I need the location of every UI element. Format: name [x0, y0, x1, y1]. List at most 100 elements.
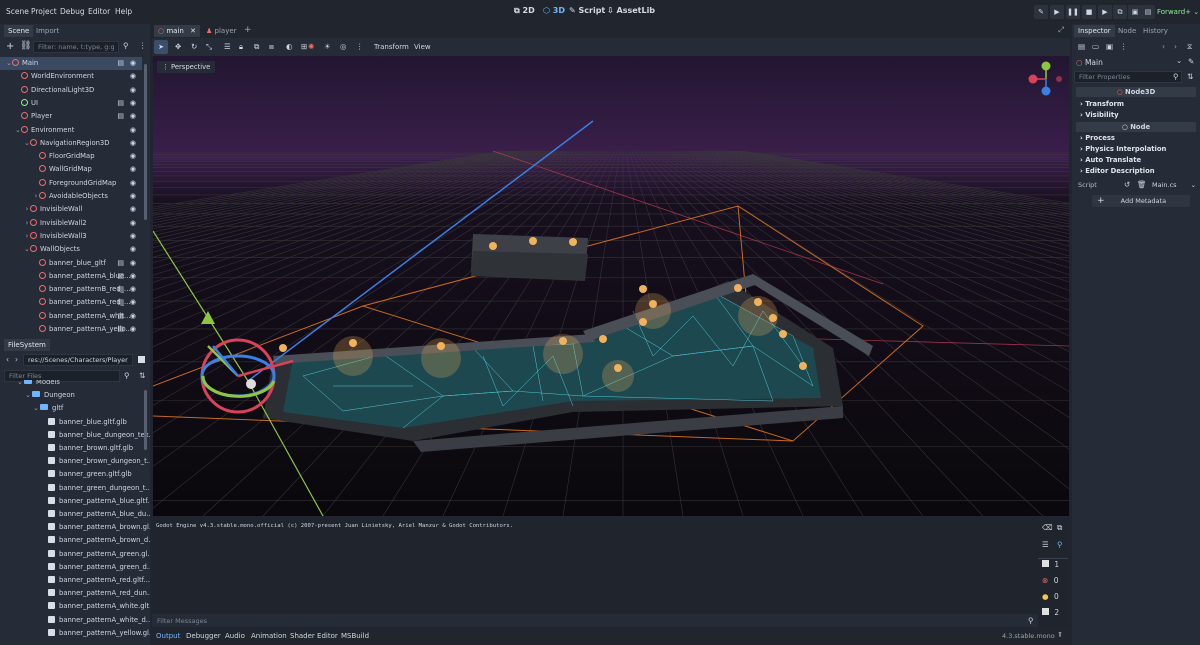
visibility-eye-icon[interactable]: ◉	[130, 323, 136, 336]
scale-tool-icon[interactable]: ⤡	[206, 43, 212, 51]
visibility-eye-icon[interactable]: ◉	[130, 177, 136, 190]
scene-tree-item[interactable]: Player ◉ ▤	[0, 110, 142, 123]
ungroup-icon[interactable]: ⧈	[269, 43, 274, 51]
scene-tree-item[interactable]: ⌄ Main ◉ ▤	[0, 57, 142, 70]
open-folder-icon[interactable]: ▭	[1092, 43, 1099, 51]
script-attached-icon[interactable]: ▤	[117, 323, 124, 336]
pause-button[interactable]: ❚❚	[1066, 5, 1080, 19]
scene-tree-item[interactable]: › InvisibleWall ◉	[0, 203, 142, 216]
filesystem-item[interactable]: ⌄ Dungeon	[0, 389, 142, 402]
tab-scene[interactable]: Scene	[4, 25, 34, 37]
sort-icon[interactable]: ⇅	[139, 372, 145, 380]
tab-shader-editor[interactable]: Shader Editor	[290, 632, 338, 640]
filesystem-item[interactable]: banner_patternA_brown_d...	[0, 534, 150, 547]
visibility-eye-icon[interactable]: ◉	[130, 283, 136, 296]
visibility-eye-icon[interactable]: ◉	[130, 124, 136, 137]
history-back-icon[interactable]: ‹	[1162, 43, 1165, 51]
filesystem-item[interactable]: banner_patternA_blue_du...	[0, 508, 150, 521]
section-process[interactable]: › Process	[1080, 134, 1115, 142]
filesystem-item[interactable]: banner_patternA_yellow.gl...	[0, 627, 150, 640]
scene-tree-item[interactable]: UI ◉ ▤	[0, 97, 142, 110]
tab-filesystem[interactable]: FileSystem	[4, 339, 50, 351]
tree-expand-icon[interactable]: ⌄	[16, 380, 24, 386]
filesystem-item[interactable]: banner_patternA_blue.gltf...	[0, 495, 150, 508]
view-menu[interactable]: View	[414, 43, 431, 51]
mode-3d-button[interactable]: ⬡ 3D	[543, 6, 565, 15]
errors-filter-button[interactable]: ⊗ 0	[1042, 576, 1058, 585]
distraction-free-icon[interactable]: ⤢	[1058, 26, 1064, 34]
section-visibility[interactable]: › Visibility	[1080, 111, 1119, 119]
snap-icon[interactable]: ⊞	[301, 43, 307, 51]
scene-tree-item[interactable]: WallGridMap ◉	[0, 163, 142, 176]
section-editor-description[interactable]: › Editor Description	[1080, 167, 1155, 175]
reload-icon[interactable]: ↺	[1124, 181, 1130, 189]
visibility-eye-icon[interactable]: ◉	[130, 110, 136, 123]
visibility-eye-icon[interactable]: ◉	[130, 243, 136, 256]
visibility-eye-icon[interactable]: ◉	[130, 84, 136, 97]
tree-expand-icon[interactable]: ⌄	[32, 405, 40, 412]
group-icon[interactable]: ⧉	[254, 43, 259, 51]
tab-output[interactable]: Output	[156, 632, 180, 640]
script-attached-icon[interactable]: ▤	[117, 57, 124, 70]
filesystem-item[interactable]: banner_patternA_white.glt...	[0, 600, 150, 613]
scene-tree-item[interactable]: › InvisibleWall3 ◉	[0, 230, 142, 243]
tool-icon[interactable]: ✎	[1188, 58, 1194, 66]
visibility-eye-icon[interactable]: ◉	[130, 190, 136, 203]
visibility-eye-icon[interactable]: ◉	[130, 150, 136, 163]
menu-editor[interactable]: Editor	[88, 7, 110, 16]
options-icon[interactable]: ⋮	[1120, 43, 1128, 51]
link-icon[interactable]: ⛓	[20, 42, 31, 51]
sun-icon[interactable]: ☀	[324, 43, 331, 51]
visibility-eye-icon[interactable]: ◉	[130, 217, 136, 230]
add-metadata-button[interactable]: + Add Metadata	[1092, 195, 1190, 207]
menu-project[interactable]: Project	[31, 7, 57, 16]
tab-debugger[interactable]: Debugger	[186, 632, 221, 640]
menu-debug[interactable]: Debug	[60, 7, 85, 16]
filesystem-item[interactable]: banner_patternA_red.gltf...	[0, 574, 150, 587]
record-button[interactable]: ▤	[1141, 5, 1155, 19]
visibility-eye-icon[interactable]: ◉	[130, 137, 136, 150]
scene-tree-item[interactable]: banner_patternA_whit... ◉ ▤	[0, 310, 142, 323]
tab-import[interactable]: Import	[32, 25, 63, 37]
kebab-menu-icon[interactable]: ⋮	[139, 42, 147, 50]
transform-menu[interactable]: Transform	[374, 43, 409, 51]
stop-button[interactable]: ■	[1082, 5, 1096, 19]
tree-expand-icon[interactable]: ⌄	[24, 392, 32, 399]
filesystem-item[interactable]: banner_patternA_green_d...	[0, 561, 150, 574]
play-button[interactable]: ▶	[1050, 5, 1064, 19]
layout-icon[interactable]	[138, 356, 145, 363]
forward-icon[interactable]: ›	[15, 356, 18, 364]
visibility-eye-icon[interactable]: ◉	[130, 163, 136, 176]
section-transform[interactable]: › Transform	[1080, 100, 1124, 108]
scene-tree-item[interactable]: banner_blue_gltf ◉ ▤	[0, 257, 142, 270]
scene-tree-item[interactable]: ForegroundGridMap ◉	[0, 177, 142, 190]
visibility-eye-icon[interactable]: ◉	[130, 296, 136, 309]
tab-node[interactable]: Node	[1114, 25, 1140, 37]
sort-icon[interactable]: ⇅	[1187, 73, 1193, 81]
visibility-eye-icon[interactable]: ◉	[130, 230, 136, 243]
section-physics-interpolation[interactable]: › Physics Interpolation	[1080, 145, 1166, 153]
filesystem-item[interactable]: banner_brown_dungeon_t...	[0, 455, 150, 468]
scene-tree-item[interactable]: banner_patternA_yello... ◉ ▤	[0, 323, 142, 336]
script-attached-icon[interactable]: ▤	[117, 270, 124, 283]
mode-script-button[interactable]: ✎ Script	[569, 6, 605, 15]
visibility-eye-icon[interactable]: ◉	[130, 70, 136, 83]
filesystem-item[interactable]: banner_patternA_red_dun...	[0, 587, 150, 600]
clear-log-icon[interactable]: ⌫	[1042, 524, 1053, 532]
scene-tree-item[interactable]: ⌄ NavigationRegion3D ◉	[0, 137, 142, 150]
warnings-filter-button[interactable]: ● 0	[1042, 592, 1059, 601]
scene-filter-input[interactable]	[33, 41, 119, 53]
play-scene-button[interactable]: ▶	[1098, 5, 1112, 19]
filesystem-item[interactable]: banner_patternA_white_d...	[0, 614, 150, 627]
select-tool-button[interactable]: ➤	[154, 40, 168, 54]
path-field[interactable]	[23, 354, 133, 366]
section-auto-translate[interactable]: › Auto Translate	[1080, 156, 1141, 164]
play-custom-button[interactable]: ⧉	[1113, 5, 1127, 19]
movie-button[interactable]: ▣	[1128, 5, 1142, 19]
tab-inspector[interactable]: Inspector	[1074, 25, 1115, 37]
close-icon[interactable]: ✕	[190, 28, 196, 35]
scene-tree-item[interactable]: banner_patternB_red_... ◉ ▤	[0, 283, 142, 296]
new-resource-icon[interactable]: ▤	[1078, 43, 1085, 51]
filesystem-item[interactable]: banner_blue_dungeon_tex...	[0, 429, 150, 442]
filesystem-item[interactable]: ⌄ gltf	[0, 402, 142, 415]
